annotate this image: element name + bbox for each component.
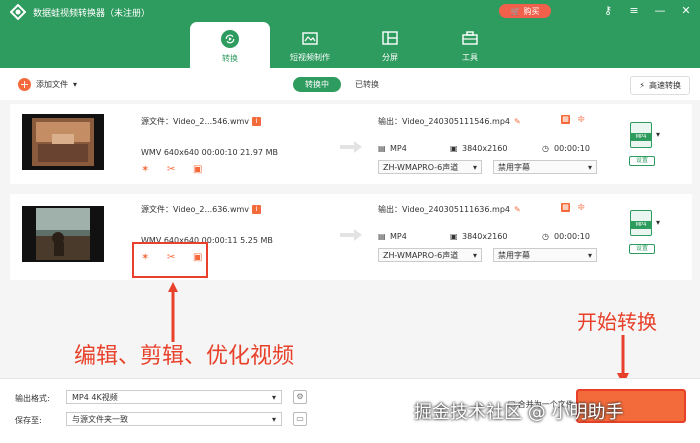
source-file-name: 源文件：Video_2...636.wmv i: [141, 204, 262, 215]
chevron-down-icon: ▾: [587, 162, 592, 172]
buy-button[interactable]: 🛒 购买: [499, 4, 551, 18]
menu-icon[interactable]: ≡: [628, 4, 640, 17]
output-format-icon[interactable]: MP4: [630, 210, 652, 236]
arrow-up-icon: [168, 282, 178, 342]
split-screen-icon: [382, 31, 398, 45]
video-thumbnail[interactable]: [22, 114, 104, 170]
info-icon[interactable]: i: [252, 117, 262, 126]
chevron-down-icon: ▾: [472, 250, 477, 260]
watermark-text: 掘金技术社区 @ 小明助手: [414, 402, 624, 423]
chevron-down-icon: ▾: [587, 250, 592, 260]
scissors-icon[interactable]: ✂: [167, 164, 179, 176]
pencil-icon[interactable]: ✎: [514, 205, 521, 214]
file-list: 源文件：Video_2...546.wmv i WMV 640x640 00:00…: [0, 100, 700, 378]
annotation-start: 开始转换: [577, 310, 657, 334]
save-to-select[interactable]: 与源文件夹一致 ▾: [66, 412, 282, 426]
file-row: 源文件：Video_2...636.wmv i WMV 640x640 00:00…: [10, 194, 692, 280]
cart-icon: 🛒: [510, 6, 521, 16]
info-icon[interactable]: i: [252, 205, 262, 214]
output-meta: ▤ MP4 ▣ 3840x2160 ◷ 00:00:10: [378, 232, 590, 241]
save-to-label: 保存至:: [15, 416, 42, 425]
tab-split-screen[interactable]: 分屏: [350, 22, 430, 68]
title-bar: 数据蛙视频转换器（未注册） 🛒 购买 ⚷ ≡ — ✕ 转换 短视频制作 分屏 工具: [0, 0, 700, 68]
main-tabs: 转换 短视频制作 分屏 工具: [190, 22, 510, 68]
enhance-icon[interactable]: ▣: [193, 164, 205, 176]
audio-track-select[interactable]: ZH-WMAPRO-6声道 ▾: [378, 248, 482, 262]
plus-icon: +: [18, 78, 31, 91]
format-settings-icon[interactable]: ⚙: [293, 390, 307, 404]
effects-icon[interactable]: ✶: [141, 164, 153, 176]
arrow-right-icon: [340, 229, 362, 241]
format-icon: ▤: [378, 232, 386, 241]
output-meta: ▤ MP4 ▣ 3840x2160 ◷ 00:00:10: [378, 144, 590, 153]
toolbox-icon: [462, 31, 478, 45]
output-file-name: 输出：Video_240305111546.mp4 ✎: [378, 117, 521, 126]
close-icon[interactable]: ✕: [680, 4, 692, 17]
file-toolbar: + 添加文件 ▾ 转换中 已转换 ⚡ 高速转换: [0, 68, 700, 100]
lightning-icon: ⚡: [639, 81, 645, 90]
merge-icon[interactable]: ≑: [577, 114, 585, 125]
status-segment: 转换中 已转换: [293, 77, 379, 92]
edit-tools: ✶ ✂ ▣: [141, 164, 205, 176]
output-format-select[interactable]: MP4 4K视频 ▾: [66, 390, 282, 404]
add-file-button[interactable]: + 添加文件 ▾: [18, 78, 77, 91]
merge-icon[interactable]: ≑: [577, 202, 585, 213]
output-file-name: 输出：Video_240305111636.mp4 ✎: [378, 205, 521, 214]
settings-button[interactable]: 设置: [629, 156, 655, 166]
chevron-down-icon[interactable]: ▾: [656, 130, 660, 139]
file-row: 源文件：Video_2...546.wmv i WMV 640x640 00:00…: [10, 104, 692, 184]
format-icon: ▤: [378, 144, 386, 153]
edit-tools-highlight: [132, 242, 208, 278]
minimize-icon[interactable]: —: [654, 4, 666, 17]
fast-convert-button[interactable]: ⚡ 高速转换: [630, 76, 690, 95]
tab-converting[interactable]: 转换中: [293, 77, 341, 92]
hd-badge-icon[interactable]: ▦: [561, 115, 570, 124]
output-format-icon[interactable]: MP4: [630, 122, 652, 148]
app-title: 数据蛙视频转换器（未注册）: [33, 9, 151, 19]
pencil-icon[interactable]: ✎: [514, 117, 521, 126]
window-controls: ⚷ ≡ — ✕: [602, 4, 692, 17]
clock-icon: ◷: [542, 144, 549, 153]
source-file-name: 源文件：Video_2...546.wmv i: [141, 116, 262, 127]
chevron-down-icon: ▾: [271, 414, 276, 424]
output-format-label: 输出格式:: [15, 394, 50, 403]
source-meta: WMV 640x640 00:00:10 21.97 MB: [141, 148, 278, 157]
tab-tools[interactable]: 工具: [430, 22, 510, 68]
subtitle-select[interactable]: 禁用字幕 ▾: [493, 248, 597, 262]
convert-icon: [221, 30, 239, 48]
chevron-down-icon[interactable]: ▾: [73, 80, 77, 89]
resolution-icon: ▣: [450, 232, 458, 241]
video-thumbnail[interactable]: [22, 206, 104, 262]
tab-short-video[interactable]: 短视频制作: [270, 22, 350, 68]
resolution-icon: ▣: [450, 144, 458, 153]
film-icon: [302, 32, 318, 45]
chevron-down-icon[interactable]: ▾: [656, 218, 660, 227]
clock-icon: ◷: [542, 232, 549, 241]
chevron-down-icon: ▾: [271, 392, 276, 402]
folder-icon[interactable]: ▭: [293, 412, 307, 426]
hd-badge-icon[interactable]: ▦: [561, 203, 570, 212]
app-logo-icon: [10, 4, 26, 20]
settings-button[interactable]: 设置: [629, 244, 655, 254]
audio-track-select[interactable]: ZH-WMAPRO-6声道 ▾: [378, 160, 482, 174]
chevron-down-icon: ▾: [472, 162, 477, 172]
annotation-edit: 编辑、剪辑、优化视频: [74, 344, 295, 369]
tab-convert[interactable]: 转换: [190, 22, 270, 68]
key-icon[interactable]: ⚷: [602, 4, 614, 17]
arrow-right-icon: [340, 141, 362, 153]
tab-converted[interactable]: 已转换: [355, 79, 379, 90]
subtitle-select[interactable]: 禁用字幕 ▾: [493, 160, 597, 174]
